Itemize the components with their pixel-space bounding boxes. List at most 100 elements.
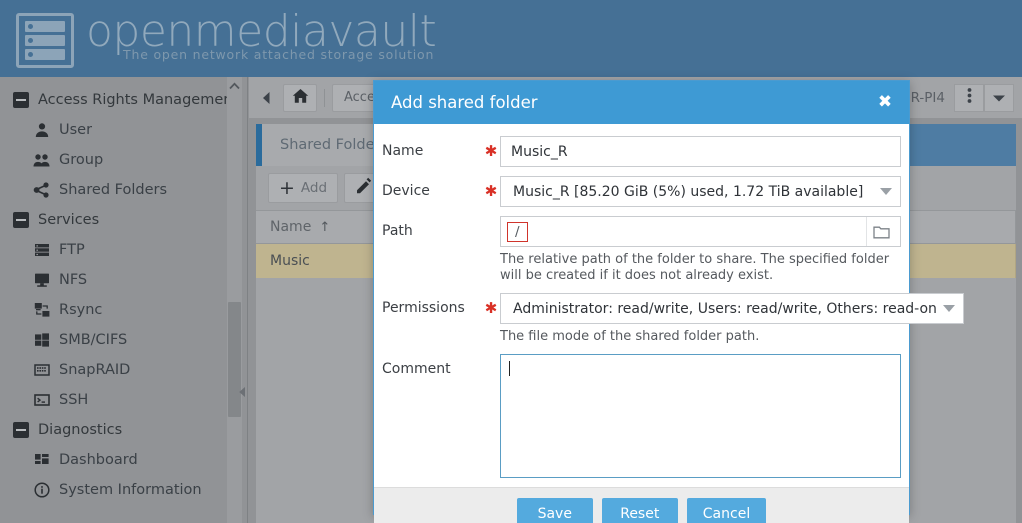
cancel-button[interactable]: Cancel: [686, 498, 767, 523]
sidebar-scrollbar[interactable]: [227, 77, 242, 523]
brand-logo: openmediavault The open network attached…: [16, 9, 437, 68]
permissions-label: Permissions: [382, 300, 465, 316]
sidebar-item-rsync[interactable]: Rsync: [0, 295, 247, 325]
sidebar-collapse-handle[interactable]: [237, 377, 246, 407]
sidebar-group-label: Diagnostics: [38, 422, 123, 438]
brand-subtitle: The open network attached storage soluti…: [123, 47, 435, 62]
sidebar-item-label: SnapRAID: [59, 362, 131, 378]
close-icon[interactable]: ✖: [875, 94, 895, 111]
sidebar-item-nfs[interactable]: NFS: [0, 265, 247, 295]
device-required-marker: ✱: [484, 182, 498, 200]
field-row-comment: Comment: [382, 354, 901, 478]
monitor-icon: [33, 272, 50, 289]
comment-textarea[interactable]: [500, 354, 901, 478]
info-circle-icon: [33, 482, 50, 499]
home-button[interactable]: [283, 83, 317, 112]
share-icon: [33, 182, 50, 199]
sort-ascending-icon: ↑: [319, 219, 331, 235]
sidebar-group-access-rights-management[interactable]: Access Rights Management: [0, 85, 247, 115]
sidebar-item-smb-cifs[interactable]: SMB/CIFS: [0, 325, 247, 355]
sidebar-item-user[interactable]: User: [0, 115, 247, 145]
sidebar-item-shared-folders[interactable]: Shared Folders: [0, 175, 247, 205]
field-row-permissions: Permissions ✱ Administrator: read/write,…: [382, 293, 964, 345]
sidebar-group-label: Services: [38, 212, 100, 228]
field-row-device: Device ✱ Music_R [85.20 GiB (5%) used, 1…: [382, 176, 901, 207]
hostname-label: R-PI4: [910, 89, 945, 106]
dashboard-icon: [33, 452, 50, 469]
toolbar-divider: [324, 88, 325, 107]
home-icon: [292, 88, 309, 108]
terminal-icon: [33, 392, 50, 409]
chevron-down-icon: [942, 305, 955, 312]
cell-name: Music: [256, 244, 376, 278]
permissions-required-marker: ✱: [484, 299, 498, 317]
device-select[interactable]: Music_R [85.20 GiB (5%) used, 1.72 TiB a…: [500, 176, 901, 207]
minus-box-icon: [13, 422, 29, 438]
field-row-name: Name ✱ Music_R: [382, 136, 901, 167]
sidebar-group-services[interactable]: Services: [0, 205, 247, 235]
comment-label: Comment: [382, 361, 451, 377]
permissions-select[interactable]: Administrator: read/write, Users: read/w…: [500, 293, 964, 324]
permissions-help-text: The file mode of the shared folder path.: [500, 329, 760, 344]
path-help-text: The relative path of the folder to share…: [500, 252, 890, 283]
scroll-up-icon[interactable]: [227, 79, 242, 93]
minus-box-icon: [13, 212, 29, 228]
dialog-body: Name ✱ Music_R Device ✱ Music_R [85.20 G…: [374, 124, 964, 487]
add-button-label: Add: [300, 180, 328, 196]
collapse-left-icon[interactable]: [249, 91, 283, 105]
dialog-title: Add shared folder: [391, 93, 538, 112]
permissions-select-value: Administrator: read/write, Users: read/w…: [513, 300, 937, 317]
sidebar-item-group[interactable]: Group: [0, 145, 247, 175]
save-button[interactable]: Save: [516, 498, 593, 523]
sidebar-item-ftp[interactable]: FTP: [0, 235, 247, 265]
name-label: Name: [382, 143, 424, 159]
minus-box-icon: [13, 92, 29, 108]
sidebar-item-label: Rsync: [59, 302, 103, 318]
group-icon: [33, 152, 50, 169]
device-select-value: Music_R [85.20 GiB (5%) used, 1.72 TiB a…: [513, 183, 864, 200]
sidebar-group-label: Access Rights Management: [38, 92, 239, 108]
dialog-title-bar: Add shared folder ✖: [374, 81, 909, 124]
sidebar-item-snapraid[interactable]: SnapRAID: [0, 355, 247, 385]
column-header-name[interactable]: Name ↑: [256, 210, 376, 244]
sidebar-item-label: System Information: [59, 482, 202, 498]
server-stack-icon: [16, 13, 74, 68]
folder-icon[interactable]: [866, 217, 896, 246]
windows-icon: [33, 332, 50, 349]
sidebar: Access Rights Management User Group Shar…: [0, 77, 248, 523]
path-label: Path: [382, 223, 413, 239]
sync-computers-icon: [33, 302, 50, 319]
sidebar-item-dashboard[interactable]: Dashboard: [0, 445, 247, 475]
sidebar-item-label: SMB/CIFS: [59, 332, 128, 348]
sidebar-item-label: User: [59, 122, 93, 138]
path-input[interactable]: /: [500, 216, 901, 247]
user-menu-button[interactable]: [984, 83, 1014, 112]
chevron-down-icon: [880, 188, 892, 195]
top-toolbar-right: R-PI4: [910, 83, 1022, 112]
sidebar-item-ssh[interactable]: SSH: [0, 385, 247, 415]
kebab-menu-icon: [967, 87, 972, 108]
sidebar-item-label: Group: [59, 152, 104, 168]
sidebar-item-label: NFS: [59, 272, 88, 288]
path-value-chip: /: [507, 221, 528, 242]
kebab-menu-button[interactable]: [954, 83, 984, 112]
sidebar-item-system-information[interactable]: System Information: [0, 475, 247, 505]
add-shared-folder-dialog: Add shared folder ✖ Name ✱ Music_R Devic…: [373, 80, 964, 523]
name-input[interactable]: Music_R: [500, 136, 901, 167]
pencil-icon: [355, 177, 373, 199]
dialog-footer: Save Reset Cancel: [374, 487, 909, 523]
app-header: openmediavault The open network attached…: [0, 0, 1022, 77]
chevron-down-icon: [992, 88, 1006, 107]
plus-icon: +: [279, 176, 295, 199]
grid-raid-icon: [33, 362, 50, 379]
reset-button[interactable]: Reset: [601, 498, 678, 523]
sidebar-item-label: FTP: [59, 242, 85, 258]
sidebar-group-diagnostics[interactable]: Diagnostics: [0, 415, 247, 445]
field-row-path: Path / The relative path of the folder t…: [382, 216, 901, 284]
add-button[interactable]: + Add: [268, 173, 339, 203]
text-cursor: [509, 361, 510, 376]
comment-required-marker: [482, 354, 500, 360]
sidebar-item-label: Dashboard: [59, 452, 138, 468]
device-label: Device: [382, 183, 430, 199]
name-required-marker: ✱: [484, 142, 498, 160]
